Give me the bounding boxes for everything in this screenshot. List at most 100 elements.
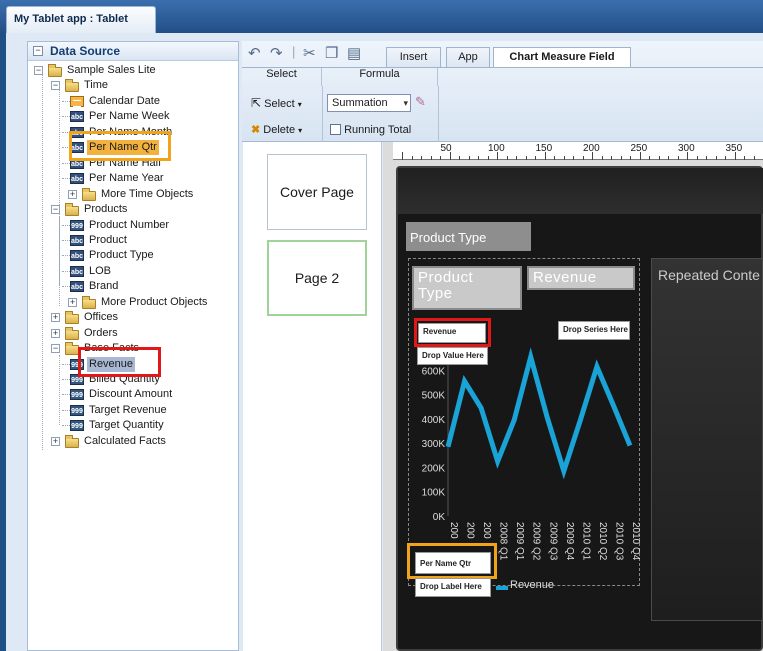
ruler-tick (478, 156, 479, 160)
select-button[interactable]: ⇱ Select ▾ (251, 96, 302, 110)
ruler-label: 50 (440, 143, 452, 154)
legend-label-revenue: Revenue (510, 579, 555, 591)
tree-item[interactable]: Time (82, 78, 110, 93)
group-formula-label: Formula (322, 68, 438, 86)
collapse-icon[interactable]: − (51, 344, 60, 353)
tree-connector (62, 116, 70, 117)
chevron-down-icon: ▾ (403, 98, 408, 108)
chevron-down-icon: ▾ (298, 126, 303, 135)
tab-insert[interactable]: Insert (386, 47, 441, 67)
expand-icon[interactable]: + (51, 437, 60, 446)
y-tick-label: 100K (422, 488, 446, 499)
tree-item[interactable]: Offices (82, 310, 120, 325)
text-field-icon: abc (70, 250, 84, 261)
tree-item[interactable]: Calendar Date (87, 94, 162, 109)
folder-icon (65, 435, 79, 448)
series-line-revenue[interactable] (445, 347, 633, 480)
tree-item[interactable]: Product Type (87, 248, 156, 263)
ruler-tick (715, 156, 717, 160)
ruler-tick (668, 156, 669, 160)
tree-item[interactable]: Per Name Year (87, 171, 166, 186)
tab-chart-measure-field[interactable]: Chart Measure Field (493, 47, 631, 68)
collapse-icon[interactable]: − (33, 46, 43, 56)
ruler-tick (611, 156, 612, 160)
page-thumb-cover[interactable]: Cover Page (267, 154, 367, 230)
edge-product-type-line1: Product (418, 269, 474, 286)
y-tick-label: 200K (422, 463, 446, 474)
folder-icon (82, 296, 96, 309)
ruler-tick (554, 156, 555, 160)
tree-item[interactable]: Orders (82, 326, 120, 341)
group-divider (438, 86, 439, 142)
highlight-category (407, 543, 497, 579)
text-field-icon: abc (70, 281, 84, 292)
tree-connector (62, 240, 70, 241)
edge-product-type[interactable]: Product Type (412, 266, 522, 310)
tree-item[interactable]: Target Quantity (87, 418, 166, 433)
drop-value-here[interactable]: Drop Value Here (417, 347, 488, 365)
ruler-tick (506, 156, 508, 160)
section-label[interactable]: Product Type (406, 222, 531, 251)
cut-icon[interactable]: ✂ (303, 44, 316, 62)
expand-icon[interactable]: + (68, 190, 77, 199)
toolbar-separator: | (292, 44, 296, 59)
ruler-tick (459, 156, 460, 160)
tree-root[interactable]: Sample Sales Lite (65, 63, 158, 78)
text-field-icon: abc (70, 266, 84, 277)
tree-guide (59, 216, 60, 306)
y-tick-label: 300K (422, 439, 446, 450)
tree-item[interactable]: LOB (87, 264, 113, 279)
tab-app[interactable]: App (446, 47, 490, 67)
legend-swatch-revenue (496, 586, 508, 590)
formula-select-value: Summation (332, 97, 388, 109)
tree-guide (42, 70, 43, 450)
tree-item[interactable]: Discount Amount (87, 387, 174, 402)
repeated-content-panel[interactable]: Repeated Conte (651, 258, 763, 621)
tree-connector (62, 286, 70, 287)
edge-revenue[interactable]: Revenue (527, 266, 635, 290)
expand-icon[interactable]: + (51, 329, 60, 338)
tree-item[interactable]: More Product Objects (99, 295, 209, 310)
x-tick-label: 2010 Q2 (597, 522, 608, 561)
ruler-tick (516, 156, 517, 160)
numeric-field-icon: 999 (70, 420, 84, 431)
tree-item[interactable]: Product Number (87, 218, 171, 233)
tree-item[interactable]: Calculated Facts (82, 434, 168, 449)
ruler-tick (421, 156, 422, 160)
page-thumb-page-2[interactable]: Page 2 (267, 240, 367, 316)
expand-icon[interactable]: + (68, 298, 77, 307)
tree-item[interactable]: Per Name Week (87, 109, 172, 124)
ruler-tick (620, 156, 622, 160)
x-tick-label: 2010 Q1 (580, 522, 591, 561)
app-tab[interactable]: My Tablet app : Tablet (6, 6, 156, 33)
ruler-label: 100 (488, 143, 505, 154)
redo-icon[interactable]: ↷ (270, 44, 283, 62)
drop-label-here[interactable]: Drop Label Here (415, 578, 491, 597)
text-field-icon: abc (70, 111, 84, 122)
drop-series-here[interactable]: Drop Series Here (558, 321, 630, 340)
x-tick-label: 2009 Q2 (531, 522, 542, 561)
tree-connector (62, 271, 70, 272)
highlight-revenue-measure (414, 318, 491, 347)
expand-icon[interactable]: + (51, 313, 60, 322)
running-total-checkbox[interactable]: Running Total (330, 124, 411, 136)
y-tick-label: 400K (422, 415, 446, 426)
data-source-header[interactable]: − Data Source (28, 42, 238, 61)
folder-icon (65, 79, 79, 92)
ruler-tick (440, 156, 441, 160)
running-total-label: Running Total (344, 124, 412, 136)
paste-icon[interactable]: ▤ (347, 44, 361, 62)
tree-item[interactable]: Product (87, 233, 129, 248)
tree-item[interactable]: Brand (87, 279, 120, 294)
delete-button[interactable]: ✖ Delete ▾ (251, 123, 302, 136)
formula-editor-icon[interactable]: ✎ (415, 94, 426, 110)
numeric-field-icon: 999 (70, 405, 84, 416)
tree-item[interactable]: Target Revenue (87, 403, 169, 418)
x-tick-label: 2010 Q4 (630, 522, 641, 561)
tree-item[interactable]: More Time Objects (99, 187, 195, 202)
copy-icon[interactable]: ❐ (325, 44, 338, 62)
formula-select[interactable]: Summation ▾ (327, 94, 411, 112)
x-tick-label: 200 (481, 522, 492, 539)
undo-icon[interactable]: ↶ (248, 44, 261, 62)
tree-item[interactable]: Products (82, 202, 129, 217)
